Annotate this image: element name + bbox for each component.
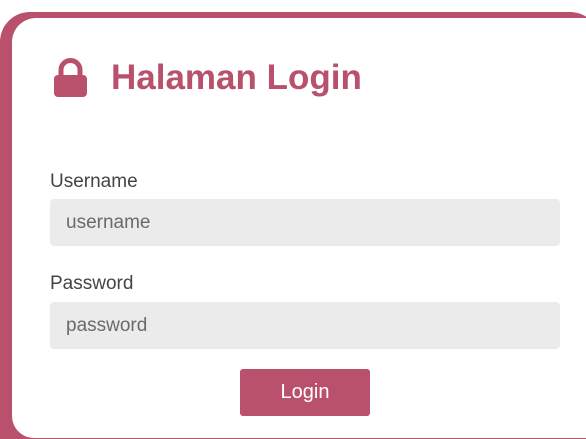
username-input[interactable] [50,199,560,246]
login-header: Halaman Login [52,55,362,100]
page-title: Halaman Login [111,57,362,97]
username-label: Username [50,171,138,192]
login-button[interactable]: Login [240,369,370,416]
lock-icon [54,57,87,97]
password-label: Password [50,273,134,294]
password-input[interactable] [50,302,560,349]
